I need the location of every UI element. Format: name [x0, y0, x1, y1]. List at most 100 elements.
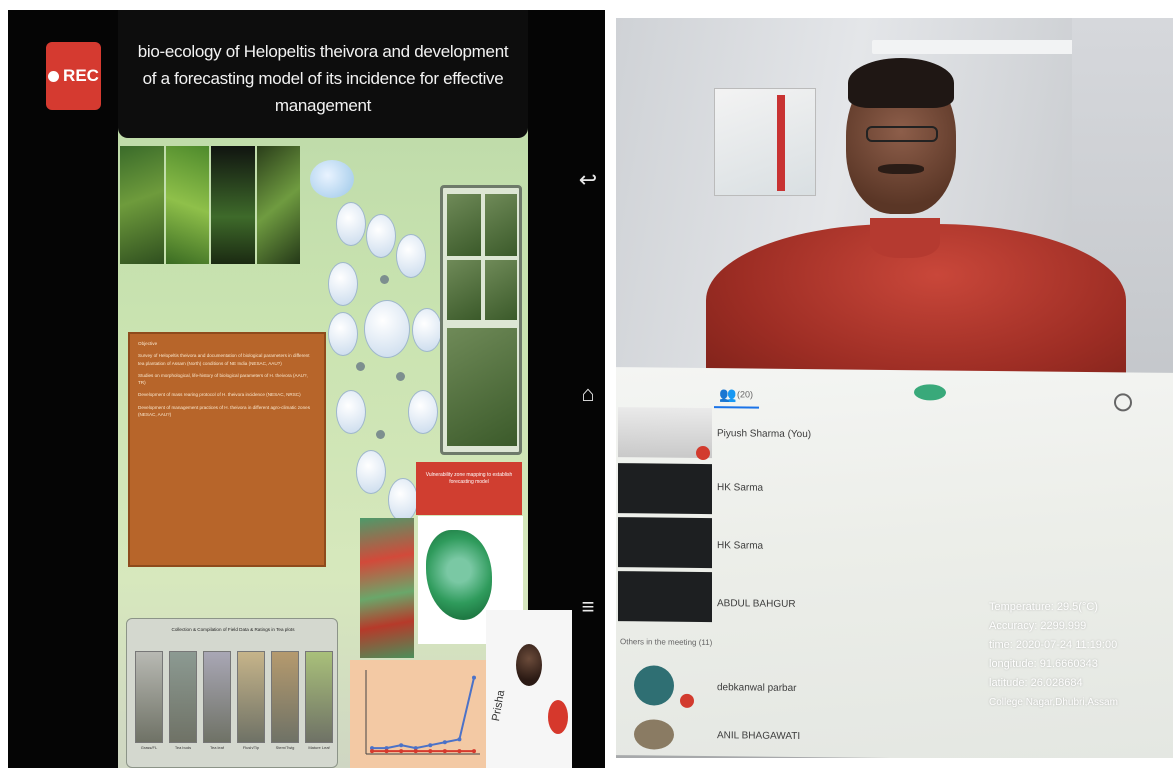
process-bubble [336, 202, 366, 246]
process-bubble [412, 308, 442, 352]
field-map-panel [440, 185, 522, 455]
arrow-dot [376, 430, 385, 439]
sample-label: Tea leaf [209, 745, 224, 750]
camera-panel: 👥 (20) Piyush Sharma (You) HK Sarma HK S… [616, 18, 1173, 758]
participant-name: ABDUL BAHGUR [717, 598, 796, 610]
field-tile [485, 194, 517, 256]
arrow-dot [356, 362, 365, 371]
participant-avatar [634, 665, 674, 706]
recording-label: REC [63, 66, 99, 85]
presenter-avatar [516, 644, 542, 686]
process-bubble [396, 234, 426, 278]
participant-row[interactable]: Piyush Sharma (You) [616, 407, 1173, 465]
participant-row[interactable]: HK Sarma [616, 463, 1173, 521]
people-icon[interactable]: 👥 [719, 386, 736, 403]
presenter-name: Prisha [490, 689, 508, 723]
process-bubble [336, 390, 366, 434]
participant-name: HK Sarma [717, 482, 764, 494]
mic-off-icon [696, 445, 710, 461]
insect-photo [165, 146, 209, 264]
chart-point [472, 675, 476, 680]
record-dot-icon [48, 70, 60, 82]
chat-icon[interactable] [914, 384, 946, 401]
chart-point [457, 737, 462, 742]
objectives-heading: Objective [138, 341, 158, 346]
process-bubble [356, 450, 386, 494]
participant-row[interactable]: HK Sarma [616, 517, 1173, 575]
slide-title: bio-ecology of Helopeltis theivora and d… [118, 10, 528, 138]
insect-photo [120, 146, 164, 264]
sample-image [203, 651, 231, 743]
participant-name: ANIL BHAGAWATI [717, 730, 801, 743]
presentation-slide: bio-ecology of Helopeltis theivora and d… [118, 10, 528, 768]
gear-icon[interactable] [1114, 393, 1132, 412]
sample-label: Grass/FL [140, 745, 158, 750]
objectives-box: Objective Survey of Helopeltis theivora … [128, 332, 326, 567]
participant-name: HK Sarma [717, 540, 764, 552]
sample-image [169, 651, 197, 743]
chart-point [413, 749, 418, 754]
process-bubble [328, 262, 358, 306]
sample-label: Flush/Tip [242, 745, 260, 750]
shirt-collar [870, 218, 940, 258]
chart-point [442, 749, 447, 754]
incidence-chart-svg [365, 670, 480, 755]
chart-point [370, 749, 374, 754]
mustache [878, 164, 924, 174]
sample-label: Tea buds [174, 745, 192, 750]
chart-point [399, 743, 404, 748]
arrow-dot [380, 275, 389, 284]
recent-apps-icon[interactable]: ≡ [576, 595, 600, 619]
sample-image [271, 651, 299, 743]
calendar-stripe [777, 95, 785, 191]
participant-name: debkanwal parbar [717, 682, 797, 694]
insect-photo-strip [120, 146, 300, 264]
process-bubble-center [364, 300, 410, 358]
process-bubble [366, 214, 396, 258]
insect-photo [211, 146, 255, 264]
longitude-text: longitude: 91.6660343 [989, 658, 1098, 670]
glasses [866, 126, 938, 142]
objective-item: Survey of Helopeltis theivora and docume… [138, 353, 310, 366]
wall-light [872, 40, 1082, 54]
chart-point [428, 743, 433, 748]
collection-panel: Collection & Compilation of Field Data &… [126, 618, 338, 768]
participant-thumbnail [618, 517, 712, 569]
cloud-graphic [310, 160, 354, 198]
screenshot-root: REC bio-ecology of Helopeltis theivora a… [0, 0, 1173, 768]
map-shape [426, 530, 492, 620]
back-nav-icon[interactable]: ↩ [576, 168, 600, 192]
field-tile [447, 260, 481, 320]
room-background [616, 18, 1173, 394]
sample-label: Stem/Twig [275, 745, 295, 750]
arrow-dot [396, 372, 405, 381]
objective-item: Studies on morphological, life-history o… [138, 372, 308, 386]
home-nav-icon[interactable]: ⌂ [576, 382, 600, 406]
mic-off-icon[interactable] [548, 700, 568, 734]
field-tile [485, 260, 517, 320]
participant-thumbnail [618, 571, 712, 623]
process-bubble [408, 390, 438, 434]
sample-label: Mature Leaf [308, 745, 330, 750]
process-bubble [328, 312, 358, 356]
participant-row[interactable]: ANIL BHAGAWATI [616, 719, 1173, 758]
presenter-video-tile[interactable]: Prisha [486, 610, 572, 768]
slide-title-line2: of a forecasting model of its incidence … [142, 69, 504, 115]
others-header: Others in the meeting (11) [620, 637, 713, 648]
vulnerability-box: Vulnerability zone mapping to establish … [416, 462, 522, 515]
heatmap-image [360, 518, 414, 658]
field-tile [447, 194, 481, 256]
chart-point [428, 749, 433, 754]
time-text: time: 2020-07-24 11:19:00 [989, 639, 1118, 651]
sample-image [135, 651, 163, 743]
process-bubble [388, 478, 418, 522]
collection-title: Collection & Compilation of Field Data &… [171, 627, 295, 632]
participant-name: Piyush Sharma (You) [717, 428, 812, 441]
incidence-chart [350, 660, 490, 768]
temperature-text: Temperature: 29.5(°C) [989, 601, 1098, 613]
field-tile [447, 328, 517, 446]
chart-point [442, 740, 447, 745]
people-tab-count[interactable]: (20) [737, 389, 753, 399]
latitude-text: latitude: 26.028684 [989, 677, 1083, 689]
person-hair [848, 58, 954, 108]
